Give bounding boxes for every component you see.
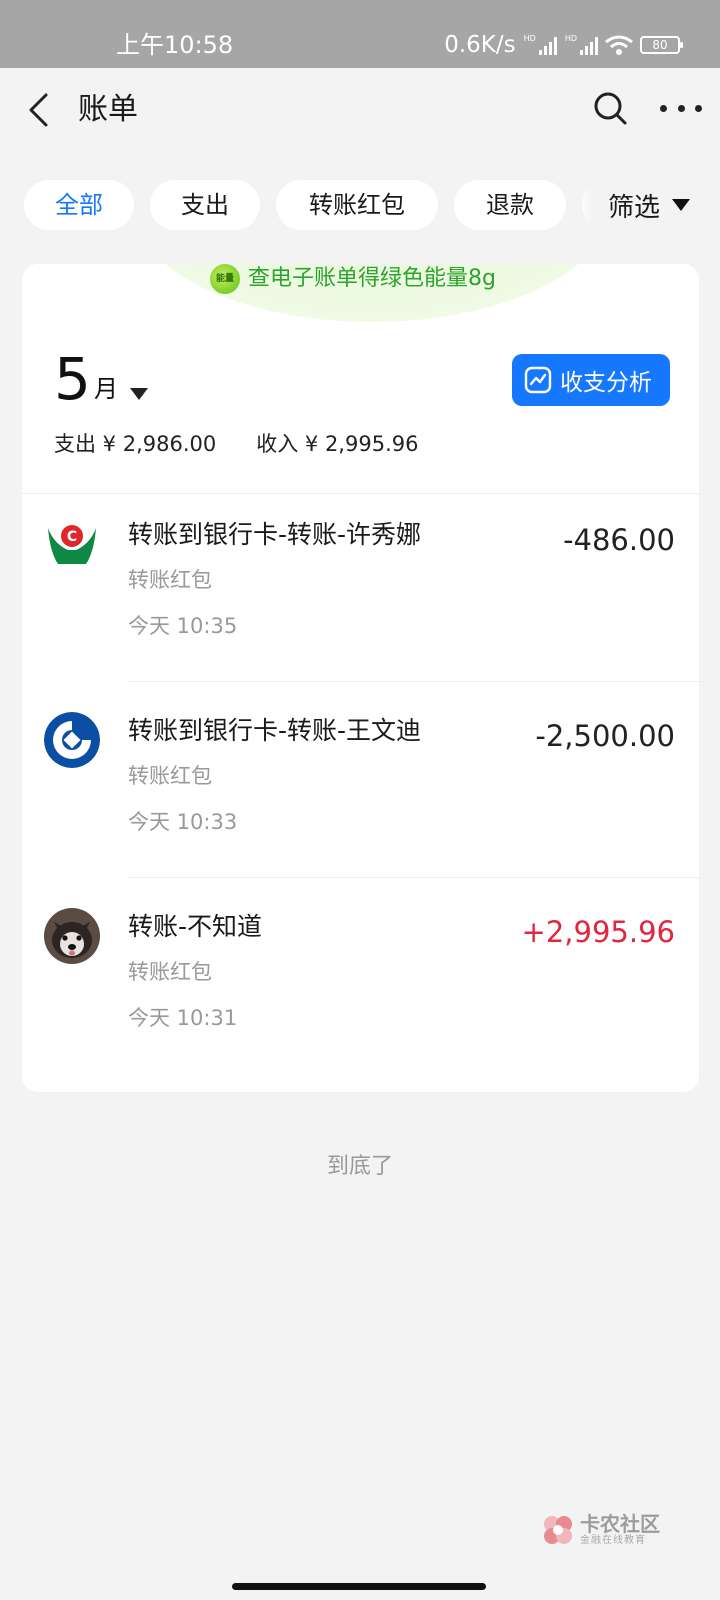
status-bar: 上午10:58 0.6K/s HD HD 80	[0, 0, 720, 68]
filter-bar: 全部 支出 转账红包 退款 筛选	[0, 180, 720, 232]
analysis-button-label: 收支分析	[560, 370, 652, 396]
filter-button[interactable]: 筛选	[580, 180, 720, 230]
transaction-title: 转账到银行卡-转账-王文迪	[128, 716, 422, 745]
transaction-time: 今天 10:35	[128, 614, 238, 638]
watermark-subtitle: 金融在线教育	[580, 1535, 646, 1546]
ccb-bank-logo-icon	[44, 712, 100, 768]
promo-text: 查电子账单得绿色能量8g	[248, 266, 496, 291]
back-arrow-icon[interactable]	[26, 92, 50, 128]
transaction-category: 转账红包	[128, 960, 212, 984]
watermark-title: 卡农社区	[580, 1512, 660, 1536]
month-number[interactable]: 5	[54, 344, 91, 414]
transaction-time: 今天 10:31	[128, 1006, 238, 1030]
transaction-category: 转账红包	[128, 568, 212, 592]
battery-icon: 80	[640, 36, 683, 54]
more-options-icon[interactable]	[660, 100, 702, 116]
month-unit[interactable]: 月	[94, 372, 118, 406]
wifi-icon	[605, 35, 633, 55]
filter-chip-refund[interactable]: 退款	[454, 180, 566, 230]
net-speed: 0.6K/s	[444, 32, 516, 58]
energy-icon: 能量	[210, 264, 240, 294]
filter-chip-transfer[interactable]: 转账红包	[276, 180, 438, 230]
watermark: 卡农社区 金融在线教育	[540, 1512, 660, 1548]
status-time: 上午10:58	[116, 31, 234, 59]
transaction-row[interactable]: 转账-不知道 转账红包 今天 10:31 +2,995.96	[22, 878, 699, 1074]
page-title: 账单	[78, 92, 138, 127]
analysis-button[interactable]: 收支分析	[512, 354, 670, 406]
transaction-title: 转账-不知道	[128, 912, 263, 941]
filter-chip-all[interactable]: 全部	[24, 180, 134, 230]
month-summary: 支出 ¥ 2,986.00 收入 ¥ 2,995.96	[54, 428, 418, 460]
month-dropdown-icon[interactable]	[130, 388, 148, 400]
end-of-list-text: 到底了	[326, 1154, 393, 1179]
transaction-amount: +2,995.96	[521, 915, 675, 949]
filter-label: 筛选	[608, 192, 661, 223]
watermark-logo-icon	[544, 1516, 572, 1544]
income-total: 收入 ¥ 2,995.96	[256, 432, 419, 456]
transaction-time: 今天 10:33	[128, 810, 238, 834]
status-icons: 0.6K/s HD HD 80	[444, 30, 683, 60]
transaction-row[interactable]: 转账到银行卡-转账-王文迪 转账红包 今天 10:33 -2,500.00	[22, 682, 699, 878]
transaction-amount: -2,500.00	[535, 719, 675, 753]
promo-banner[interactable]: 能量 查电子账单得绿色能量8g	[210, 264, 496, 294]
caret-down-icon	[672, 199, 691, 211]
header: 账单	[0, 68, 720, 152]
svg-text:C: C	[67, 529, 77, 545]
transaction-row[interactable]: C 转账到银行卡-转账-许秀娜 转账红包 今天 10:35 -486.00	[22, 486, 699, 682]
dog-avatar	[44, 908, 100, 964]
bill-card: 能量 查电子账单得绿色能量8g 5 月 收支分析 支出 ¥ 2,986.00 收…	[22, 264, 699, 1092]
search-icon[interactable]	[592, 90, 628, 126]
signal-icon-2: HD	[565, 35, 598, 55]
home-indicator[interactable]	[232, 1583, 486, 1590]
signal-icon: HD	[524, 35, 557, 55]
trend-chart-icon	[524, 366, 552, 394]
transaction-amount: -486.00	[563, 523, 675, 557]
transaction-category: 转账红包	[128, 764, 212, 788]
transaction-title: 转账到银行卡-转账-许秀娜	[128, 520, 422, 549]
expense-total: 支出 ¥ 2,986.00	[54, 432, 217, 456]
abc-bank-logo-icon: C	[48, 525, 96, 564]
filter-chip-expense[interactable]: 支出	[150, 180, 260, 230]
